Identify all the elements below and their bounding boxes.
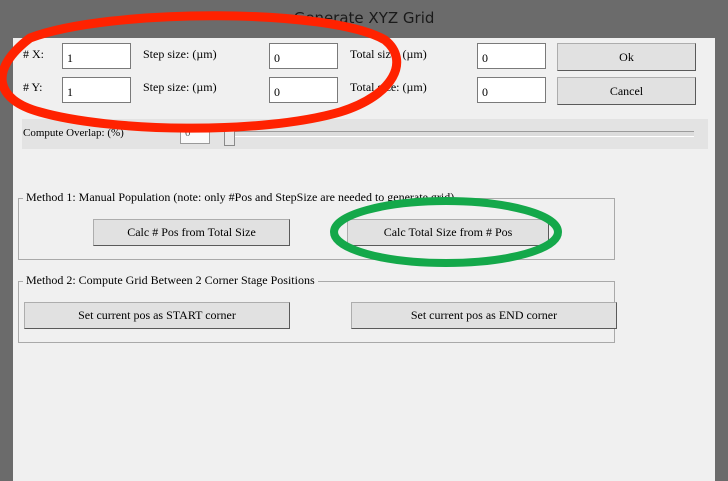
method2-legend: Method 2: Compute Grid Between 2 Corner …: [23, 273, 318, 288]
y-total-label: Total size: (µm): [350, 80, 427, 94]
title-bar: Generate XYZ Grid: [0, 0, 728, 38]
overlap-slider-thumb[interactable]: [224, 124, 235, 146]
method1-legend: Method 1: Manual Population (note: only …: [23, 190, 458, 205]
x-count-label: # X:: [23, 47, 44, 61]
window-title: Generate XYZ Grid: [293, 9, 435, 27]
method2-group: Method 2: Compute Grid Between 2 Corner …: [18, 273, 617, 343]
x-total-input[interactable]: [477, 43, 546, 69]
x-step-input[interactable]: [269, 43, 338, 69]
set-end-corner-button[interactable]: Set current pos as END corner: [351, 302, 617, 329]
set-start-corner-button[interactable]: Set current pos as START corner: [24, 302, 290, 329]
overlap-slider-row: Compute Overlap: (%) 0: [22, 119, 708, 149]
overlap-slider-track[interactable]: [234, 131, 694, 137]
y-total-input[interactable]: [477, 77, 546, 103]
x-count-input[interactable]: [62, 43, 131, 69]
overlap-value: 0: [180, 124, 210, 144]
x-total-label: Total size: (µm): [350, 47, 427, 61]
dialog-body: # X: Step size: (µm) Total size: (µm) Ok…: [13, 38, 715, 481]
cancel-button[interactable]: Cancel: [557, 77, 696, 105]
y-step-label: Step size: (µm): [143, 80, 217, 94]
calc-pos-button[interactable]: Calc # Pos from Total Size: [93, 219, 290, 246]
y-count-input[interactable]: [62, 77, 131, 103]
x-step-label: Step size: (µm): [143, 47, 217, 61]
y-step-input[interactable]: [269, 77, 338, 103]
ok-button[interactable]: Ok: [557, 43, 696, 71]
method1-group: Method 1: Manual Population (note: only …: [18, 190, 615, 260]
overlap-label: Compute Overlap: (%): [23, 127, 124, 139]
y-count-label: # Y:: [23, 80, 43, 94]
calc-total-size-button[interactable]: Calc Total Size from # Pos: [347, 219, 549, 246]
